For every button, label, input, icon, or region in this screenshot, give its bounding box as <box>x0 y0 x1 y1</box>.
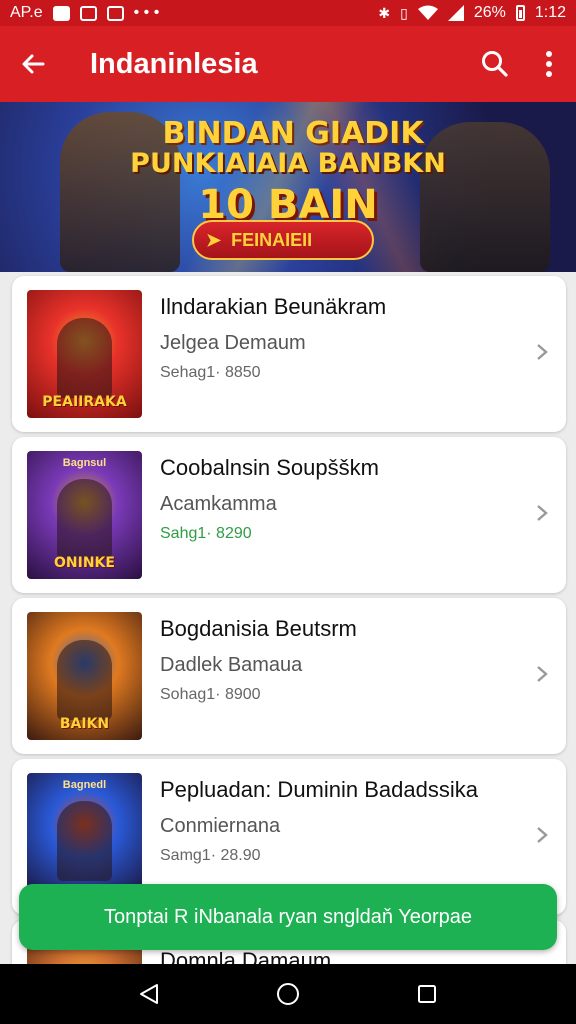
back-button[interactable] <box>0 26 66 102</box>
toast-message[interactable]: Tonptai R iNbanala ryan sngldaň Yeorpae <box>19 884 557 950</box>
game-thumbnail: PEAIIRAKA <box>27 290 142 418</box>
battery-percent: 26% <box>473 4 506 21</box>
thumbnail-top-text: Bagnsul <box>62 457 107 469</box>
notification-icon <box>52 5 70 21</box>
thumbnail-caption: ONINKE <box>54 555 115 571</box>
back-triangle-icon <box>140 984 159 1004</box>
nav-back-button[interactable] <box>129 974 169 1014</box>
arrow-right-icon: ➤ <box>206 229 222 250</box>
banner-cta-label: FEINAIEII <box>231 229 313 250</box>
chevron-right-icon <box>537 666 548 682</box>
item-meta: Sehag1· 8850 <box>160 364 261 381</box>
toast-text: Tonptai R iNbanala ryan sngldaň Yeorpae <box>103 905 473 928</box>
chevron-right-icon <box>537 344 548 360</box>
status-left-text: AP.e <box>10 4 43 21</box>
thumbnail-top-text: Bagnedl <box>62 779 107 791</box>
thumbnail-hero <box>57 640 112 720</box>
thumbnail-hero <box>57 479 112 559</box>
nav-recents-button[interactable] <box>407 974 447 1014</box>
vibrate-icon: ▯ <box>400 5 408 21</box>
status-time: 1:12 <box>534 4 566 21</box>
item-subtitle: Conmiernana <box>160 815 281 837</box>
thumbnail-caption: BAIKN <box>59 716 110 732</box>
battery-icon <box>515 5 525 21</box>
game-thumbnail: Bagnsul ONINKE <box>27 451 142 579</box>
list-item[interactable]: PEAIIRAKA Ilndarakian Beunäkram Jelgea D… <box>12 276 566 432</box>
page-title: Indaninlesia <box>90 47 258 80</box>
chevron-right-icon <box>537 505 548 521</box>
more-options-button[interactable] <box>522 26 576 102</box>
app-bar: Indaninlesia <box>0 26 576 102</box>
list-item[interactable]: BAIKN Bogdanisia Beutsrm Dadlek Bamaua S… <box>12 598 566 754</box>
recents-square-icon <box>417 985 436 1003</box>
list-item[interactable]: Bagnsul ONINKE Coobalnsin Soupšškm Acamk… <box>12 437 566 593</box>
game-thumbnail: BAIKN <box>27 612 142 740</box>
item-meta: Samg1· 28.90 <box>160 847 261 864</box>
wifi-icon <box>417 5 438 20</box>
search-icon <box>482 51 508 77</box>
item-meta: Sohag1· 8900 <box>160 686 261 703</box>
back-arrow-icon <box>22 54 45 74</box>
item-subtitle: Acamkamma <box>160 493 277 515</box>
game-thumbnail: Bagnedl <box>27 773 142 901</box>
item-title: Bogdanisia Beutsrm <box>160 616 357 641</box>
status-bar: AP.e • • • ✱ ▯ 26% 1:12 <box>0 0 576 26</box>
item-title: Pepluadan: Duminin Badadssika <box>160 777 478 802</box>
shield-icon <box>79 5 97 21</box>
search-button[interactable] <box>468 26 522 102</box>
status-dots: • • • <box>133 4 160 21</box>
nav-home-button[interactable] <box>268 974 308 1014</box>
bluetooth-icon: ✱ <box>378 5 391 21</box>
system-nav-bar <box>0 964 576 1024</box>
banner-cta-button[interactable]: ➤ FEINAIEII <box>192 220 374 260</box>
banner-headline-2: PUNKIAIAIA BANBKN <box>130 148 446 179</box>
thumbnail-hero <box>57 801 112 881</box>
item-title: Ilndarakian Beunäkram <box>160 294 387 319</box>
home-circle-icon <box>276 983 299 1005</box>
item-subtitle: Jelgea Demaum <box>160 332 306 354</box>
thumbnail-caption: PEAIIRAKA <box>42 394 127 410</box>
item-title: Coobalnsin Soupšškm <box>160 455 379 480</box>
signal-icon <box>447 5 464 21</box>
thumbnail-hero <box>57 318 112 398</box>
promo-banner[interactable]: BINDAN GIADIK PUNKIAIAIA BANBKN 10 BAIN … <box>0 102 576 272</box>
image-icon <box>106 5 124 21</box>
item-meta: Sahg1· 8290 <box>160 525 252 542</box>
item-subtitle: Dadlek Bamaua <box>160 654 303 676</box>
chevron-right-icon <box>537 827 548 843</box>
more-vert-icon <box>546 51 552 77</box>
banner-headline-1: BINDAN GIADIK <box>162 116 424 151</box>
